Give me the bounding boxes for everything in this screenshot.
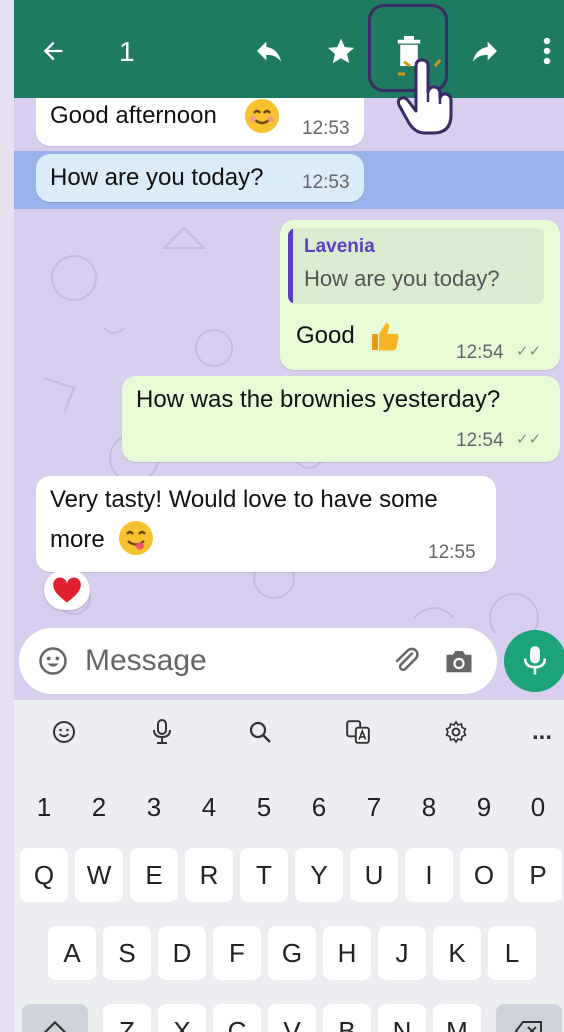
- message-text: Good afternoon: [50, 102, 217, 129]
- key-q[interactable]: Q: [20, 848, 68, 902]
- message-bubble-outgoing[interactable]: How was the brownies yesterday? 12:54 ✓✓: [122, 376, 560, 462]
- quote-author: Lavenia: [304, 236, 375, 257]
- key-u[interactable]: U: [350, 848, 398, 902]
- shift-icon: [43, 1020, 67, 1032]
- key-f[interactable]: F: [213, 926, 261, 980]
- keyboard-search-icon[interactable]: [242, 714, 278, 750]
- microphone-icon: [523, 646, 547, 675]
- key-h[interactable]: H: [323, 926, 371, 980]
- key-m[interactable]: M: [433, 1004, 481, 1032]
- key-0[interactable]: 0: [514, 780, 562, 834]
- camera-icon[interactable]: [443, 645, 475, 677]
- message-reaction[interactable]: [44, 570, 90, 610]
- key-5[interactable]: 5: [240, 780, 288, 834]
- backspace-key[interactable]: [496, 1004, 562, 1032]
- attach-icon[interactable]: [391, 645, 423, 677]
- key-a[interactable]: A: [48, 926, 96, 980]
- back-arrow-icon[interactable]: [36, 34, 70, 68]
- message-bubble-outgoing[interactable]: Lavenia How are you today? Good 12:54 ✓✓: [280, 220, 560, 370]
- star-icon[interactable]: [324, 34, 358, 68]
- more-options-icon[interactable]: [530, 34, 564, 68]
- key-e[interactable]: E: [130, 848, 178, 902]
- keyboard-voice-icon[interactable]: [144, 714, 180, 750]
- key-x[interactable]: X: [158, 1004, 206, 1032]
- key-b[interactable]: B: [323, 1004, 371, 1032]
- read-ticks-icon: ✓✓: [516, 431, 542, 448]
- key-i[interactable]: I: [405, 848, 453, 902]
- key-y[interactable]: Y: [295, 848, 343, 902]
- message-time: 12:54: [456, 342, 504, 363]
- voice-message-button[interactable]: [504, 630, 564, 692]
- message-text-line1: Very tasty! Would love to have some: [50, 486, 438, 513]
- key-2[interactable]: 2: [75, 780, 123, 834]
- message-text: How are you today?: [50, 164, 264, 191]
- keyboard-emoji-icon[interactable]: [46, 714, 82, 750]
- forward-icon[interactable]: [468, 34, 502, 68]
- key-3[interactable]: 3: [130, 780, 178, 834]
- on-screen-keyboard: ... 1 2 3 4 5 6 7 8 9 0 Q W E R T Y U I …: [14, 700, 564, 1032]
- key-v[interactable]: V: [268, 1004, 316, 1032]
- message-placeholder: Message: [85, 644, 207, 677]
- message-bubble[interactable]: Good afternoon 12:53: [36, 98, 364, 146]
- message-text: How was the brownies yesterday?: [136, 386, 501, 413]
- key-k[interactable]: K: [433, 926, 481, 980]
- pointing-hand-cursor-icon: [396, 58, 453, 135]
- thumbs-up-emoji: [372, 323, 399, 351]
- quote-text: How are you today?: [304, 266, 500, 291]
- key-r[interactable]: R: [185, 848, 233, 902]
- key-j[interactable]: J: [378, 926, 426, 980]
- key-7[interactable]: 7: [350, 780, 398, 834]
- message-time: 12:55: [428, 542, 476, 563]
- emoji-icon[interactable]: [37, 645, 69, 677]
- key-t[interactable]: T: [240, 848, 288, 902]
- message-text: Good: [296, 322, 355, 349]
- quoted-message[interactable]: Lavenia How are you today?: [288, 228, 544, 304]
- key-p[interactable]: P: [514, 848, 562, 902]
- key-n[interactable]: N: [378, 1004, 426, 1032]
- message-text-line2: more: [50, 526, 105, 553]
- message-bubble[interactable]: Very tasty! Would love to have some more…: [36, 476, 496, 572]
- message-time: 12:53: [302, 172, 350, 193]
- keyboard-translate-icon[interactable]: [340, 714, 376, 750]
- yum-face-emoji: [119, 521, 153, 555]
- message-time: 12:54: [456, 430, 504, 451]
- key-s[interactable]: S: [103, 926, 151, 980]
- quote-accent-bar: [288, 228, 293, 304]
- backspace-icon: [515, 1021, 542, 1032]
- phone-screen: 1 Good afternoon 12:53 How are you today…: [14, 0, 564, 1032]
- key-8[interactable]: 8: [405, 780, 453, 834]
- read-ticks-icon: ✓✓: [516, 343, 542, 360]
- key-c[interactable]: C: [213, 1004, 261, 1032]
- reply-icon[interactable]: [252, 34, 286, 68]
- key-1[interactable]: 1: [20, 780, 68, 834]
- key-6[interactable]: 6: [295, 780, 343, 834]
- selected-count: 1: [119, 36, 135, 67]
- key-g[interactable]: G: [268, 926, 316, 980]
- red-heart-emoji: [53, 577, 81, 603]
- chat-area: Good afternoon 12:53 How are you today? …: [14, 98, 564, 633]
- key-l[interactable]: L: [488, 926, 536, 980]
- key-9[interactable]: 9: [460, 780, 508, 834]
- key-d[interactable]: D: [158, 926, 206, 980]
- keyboard-more-icon[interactable]: ...: [524, 714, 560, 750]
- smiling-face-emoji: [245, 99, 279, 133]
- keyboard-settings-icon[interactable]: [438, 714, 474, 750]
- message-time: 12:53: [302, 118, 350, 139]
- key-o[interactable]: O: [460, 848, 508, 902]
- message-compose-field[interactable]: Message: [19, 628, 497, 694]
- selection-action-bar: 1: [14, 0, 564, 98]
- key-4[interactable]: 4: [185, 780, 233, 834]
- message-bubble-selected[interactable]: How are you today? 12:53: [36, 154, 364, 202]
- shift-key[interactable]: [22, 1004, 88, 1032]
- key-z[interactable]: Z: [103, 1004, 151, 1032]
- key-w[interactable]: W: [75, 848, 123, 902]
